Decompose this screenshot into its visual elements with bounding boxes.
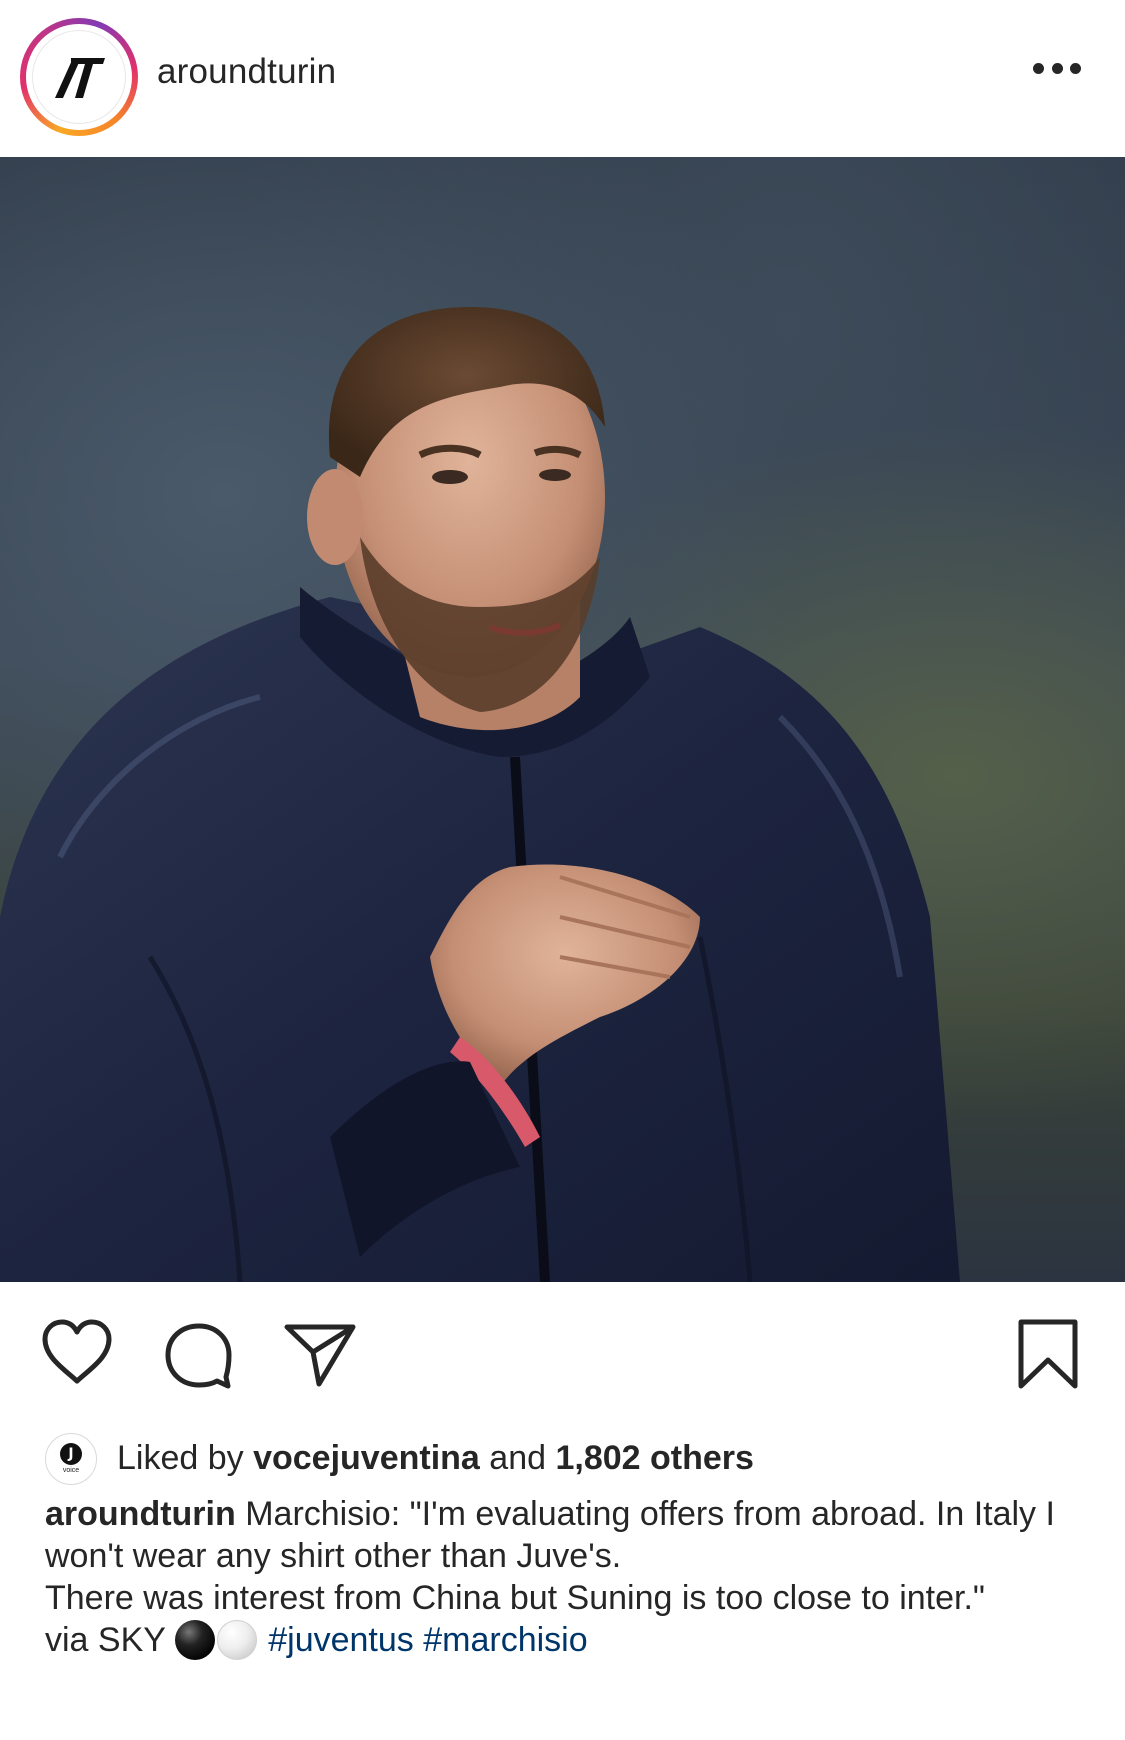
- post-caption: aroundturin Marchisio: "I'm evaluating o…: [45, 1493, 1095, 1661]
- bookmark-icon[interactable]: [1017, 1318, 1079, 1395]
- comment-icon[interactable]: [163, 1322, 233, 1395]
- paper-plane-icon[interactable]: [283, 1322, 357, 1393]
- profile-avatar[interactable]: [20, 18, 138, 136]
- heart-icon[interactable]: [40, 1319, 114, 1390]
- post-header: aroundturin: [0, 0, 1125, 157]
- caption-text-2: There was interest from China but Suning…: [45, 1579, 985, 1617]
- action-bar: [0, 1282, 1125, 1412]
- liker-avatar[interactable]: J voice: [45, 1433, 97, 1485]
- likes-row[interactable]: J voice Liked by vocejuventina and 1,802…: [0, 1420, 1125, 1490]
- at-logo-icon: [32, 30, 126, 124]
- person-photo-illustration: [0, 307, 960, 1282]
- likes-count[interactable]: 1,802 others: [555, 1439, 753, 1477]
- caption-via: via SKY: [45, 1621, 166, 1659]
- post-username[interactable]: aroundturin: [157, 52, 336, 92]
- liker-username[interactable]: vocejuventina: [253, 1439, 480, 1477]
- hashtag-juventus[interactable]: #juventus: [268, 1621, 414, 1659]
- white-circle-emoji-icon: [216, 1620, 257, 1660]
- hashtag-marchisio[interactable]: #marchisio: [423, 1621, 587, 1659]
- black-circle-emoji-icon: [174, 1620, 215, 1660]
- caption-author[interactable]: aroundturin: [45, 1495, 236, 1533]
- more-dots-icon[interactable]: [1033, 63, 1081, 79]
- post-photo[interactable]: [0, 157, 1125, 1282]
- likes-text: Liked by vocejuventina and 1,802 others: [117, 1439, 754, 1477]
